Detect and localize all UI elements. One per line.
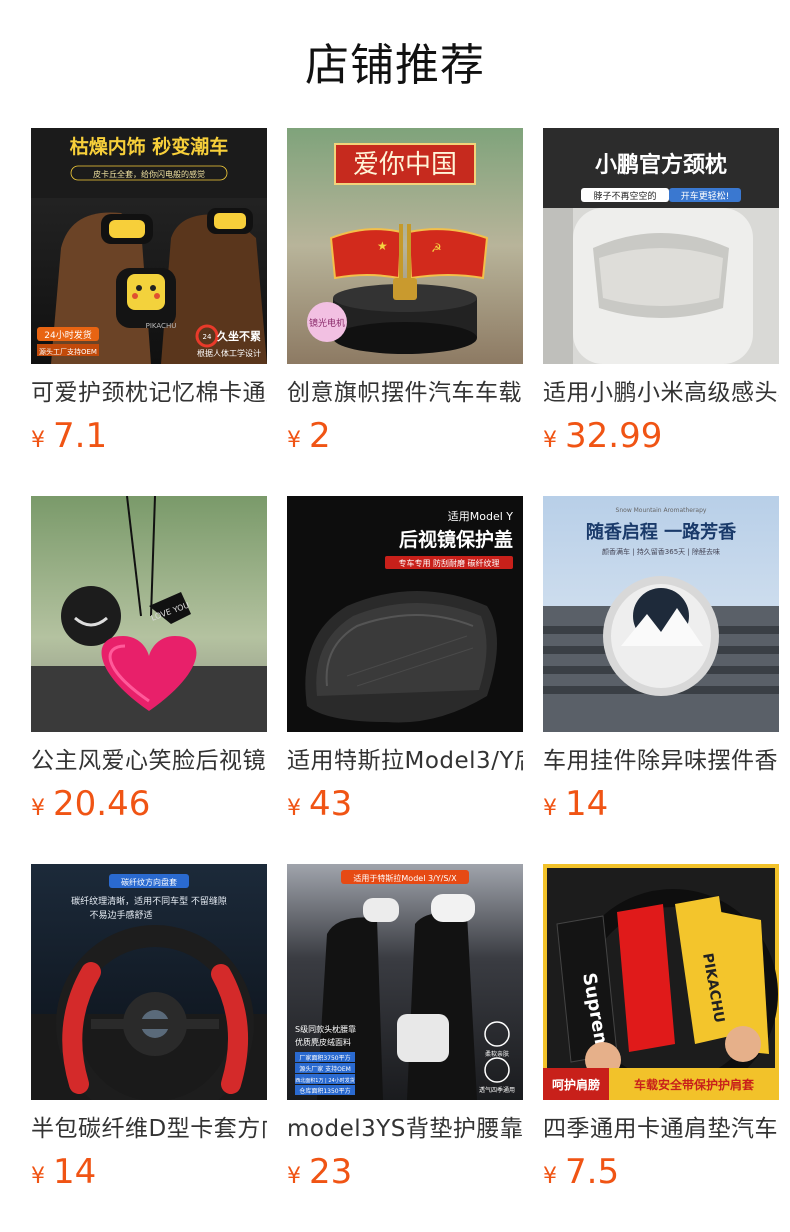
product-image[interactable]: 碳纤纹方向盘套 碳纤纹理清晰，适用不同车型 不留缝隙 不易边手感舒适: [31, 864, 267, 1100]
image-line-4: 源头厂家 支持OEM: [299, 1065, 351, 1073]
product-image[interactable]: 枯燥内饰 秒变潮车 皮卡丘全套，给你闪电般的感觉 PIKACHU 24小时发货: [31, 128, 267, 364]
price-amount: 14: [565, 784, 609, 824]
price-amount: 32.99: [565, 416, 663, 456]
image-badge-oem: 源头工厂支持OEM: [39, 347, 97, 356]
image-headline: 后视镜保护盖: [399, 528, 513, 551]
image-line-6: 仓库面积1350平方: [299, 1087, 350, 1095]
product-image[interactable]: 小鹏官方颈枕 脖子不再空空的 开车更轻松!: [543, 128, 779, 364]
image-mark: PIKACHU: [146, 322, 177, 330]
product-title[interactable]: 适用特斯拉Model3/Y后视镜保护盖: [287, 746, 523, 776]
svg-text:★: ★: [377, 239, 388, 253]
product-card[interactable]: 碳纤纹方向盘套 碳纤纹理清晰，适用不同车型 不留缝隙 不易边手感舒适 半包碳纤维…: [31, 864, 267, 1192]
product-card[interactable]: 爱你中国 ★ ☭ 镜光电机 创意旗帜摆件汽车车载太阳能摆件 ¥2: [287, 128, 523, 456]
product-image[interactable]: 适用于特斯拉Model 3/Y/S/X S级同款头枕腰靠 优质麂皮绒面料 厂家面…: [287, 864, 523, 1100]
image-tag: 适用于特斯拉Model 3/Y/S/X: [353, 873, 457, 883]
image-headline: 小鹏官方颈枕: [595, 152, 727, 178]
product-card[interactable]: 小鹏官方颈枕 脖子不再空空的 开车更轻松! 适用小鹏小米高级感头枕颈枕 ¥32.…: [543, 128, 779, 456]
image-tag: 碳纤纹方向盘套: [121, 877, 177, 887]
price-amount: 7.1: [53, 416, 108, 456]
product-card[interactable]: Snow Mountain Aromatherapy 随香启程 一路芳香 颜香满…: [543, 496, 779, 824]
product-title[interactable]: 适用小鹏小米高级感头枕颈枕: [543, 378, 779, 408]
product-price: ¥14: [31, 1152, 267, 1192]
image-icon-1: 柔软亲肤: [485, 1050, 509, 1058]
image-badge-comfort: 久坐不累: [217, 329, 261, 343]
image-badge-shipping: 24小时发货: [44, 329, 91, 341]
image-subline-2: 开车更轻松!: [681, 190, 730, 202]
image-line-1: 碳纤纹理清晰，适用不同车型 不留缝隙: [71, 895, 227, 907]
product-image[interactable]: Supreme PIKACHU 呵护肩膀 车载安全带保护护肩套: [543, 864, 779, 1100]
image-line-3: 厂家面积3750平方: [299, 1054, 350, 1062]
product-price: ¥14: [543, 784, 779, 824]
price-amount: 7.5: [565, 1152, 620, 1192]
currency-symbol: ¥: [31, 1164, 45, 1189]
page-title: 店铺推荐: [305, 40, 485, 91]
price-amount: 23: [309, 1152, 353, 1192]
image-tag: 专车专用 防刮耐磨 碳纤纹理: [398, 558, 499, 568]
image-badge-design: 根据人体工学设计: [197, 348, 261, 358]
product-title[interactable]: 车用挂件除异味摆件香薰: [543, 746, 779, 776]
price-amount: 2: [309, 416, 331, 456]
image-top: 适用Model Y: [448, 510, 514, 523]
image-headline: 随香启程 一路芳香: [586, 521, 737, 543]
currency-symbol: ¥: [543, 428, 557, 453]
product-price: ¥2: [287, 416, 523, 456]
product-price: ¥7.1: [31, 416, 267, 456]
product-title[interactable]: 半包碳纤维D型卡套方向盘套: [31, 1114, 267, 1144]
image-top: Snow Mountain Aromatherapy: [616, 507, 707, 514]
image-icon-2: 透气四季通用: [479, 1086, 515, 1094]
image-line-5: 西北面积1万 | 24小时发货: [295, 1077, 354, 1084]
product-image[interactable]: Snow Mountain Aromatherapy 随香启程 一路芳香 颜香满…: [543, 496, 779, 732]
product-card[interactable]: 适用Model Y 后视镜保护盖 专车专用 防刮耐磨 碳纤纹理 适用特斯拉Mod…: [287, 496, 523, 824]
product-price: ¥20.46: [31, 784, 267, 824]
currency-symbol: ¥: [31, 796, 45, 821]
price-amount: 20.46: [53, 784, 151, 824]
product-price: ¥7.5: [543, 1152, 779, 1192]
currency-symbol: ¥: [287, 796, 301, 821]
product-card[interactable]: LOVE YOU 公主风爱心笑脸后视镜挂件 ¥20.46: [31, 496, 267, 824]
product-title[interactable]: 四季通用卡通肩垫汽车安全带护套: [543, 1114, 779, 1144]
product-price: ¥43: [287, 784, 523, 824]
product-price: ¥23: [287, 1152, 523, 1192]
svg-text:☭: ☭: [431, 241, 442, 255]
image-line-1: S级同款头枕腰靠: [295, 1024, 356, 1034]
currency-symbol: ¥: [31, 428, 45, 453]
product-card[interactable]: 适用于特斯拉Model 3/Y/S/X S级同款头枕腰靠 优质麂皮绒面料 厂家面…: [287, 864, 523, 1192]
price-amount: 43: [309, 784, 353, 824]
currency-symbol: ¥: [287, 1164, 301, 1189]
image-subline: 皮卡丘全套，给你闪电般的感觉: [93, 169, 205, 179]
product-image[interactable]: 爱你中国 ★ ☭ 镜光电机: [287, 128, 523, 364]
image-line-2: 不易边手感舒适: [89, 909, 152, 921]
image-right-label: 车载安全带保护护肩套: [634, 1077, 755, 1092]
image-subline: 颜香满车 | 持久留香365天 | 除醛去味: [602, 547, 720, 556]
image-left-label: 呵护肩膀: [552, 1077, 600, 1092]
image-line-2: 优质麂皮绒面料: [295, 1037, 351, 1047]
image-subline-1: 脖子不再空空的: [593, 190, 656, 202]
product-image[interactable]: 适用Model Y 后视镜保护盖 专车专用 防刮耐磨 碳纤纹理: [287, 496, 523, 732]
product-title[interactable]: 可爱护颈枕记忆棉卡通皮卡丘汽车头枕腰靠: [31, 378, 267, 408]
product-price: ¥32.99: [543, 416, 779, 456]
product-image[interactable]: LOVE YOU: [31, 496, 267, 732]
product-title[interactable]: model3YS背垫护腰靠枕头枕: [287, 1114, 523, 1144]
currency-symbol: ¥: [543, 796, 557, 821]
product-title[interactable]: 公主风爱心笑脸后视镜挂件: [31, 746, 267, 776]
svg-text:24: 24: [203, 333, 212, 341]
image-badge: 镜光电机: [309, 317, 345, 329]
image-headline: 枯燥内饰 秒变潮车: [70, 135, 229, 158]
price-amount: 14: [53, 1152, 97, 1192]
currency-symbol: ¥: [287, 428, 301, 453]
product-title[interactable]: 创意旗帜摆件汽车车载太阳能摆件: [287, 378, 523, 408]
product-card[interactable]: Supreme PIKACHU 呵护肩膀 车载安全带保护护肩套 四季通用卡通肩垫…: [543, 864, 779, 1192]
currency-symbol: ¥: [543, 1164, 557, 1189]
image-headline: 爱你中国: [353, 150, 457, 180]
product-card[interactable]: 枯燥内饰 秒变潮车 皮卡丘全套，给你闪电般的感觉 PIKACHU 24小时发货: [31, 128, 267, 456]
